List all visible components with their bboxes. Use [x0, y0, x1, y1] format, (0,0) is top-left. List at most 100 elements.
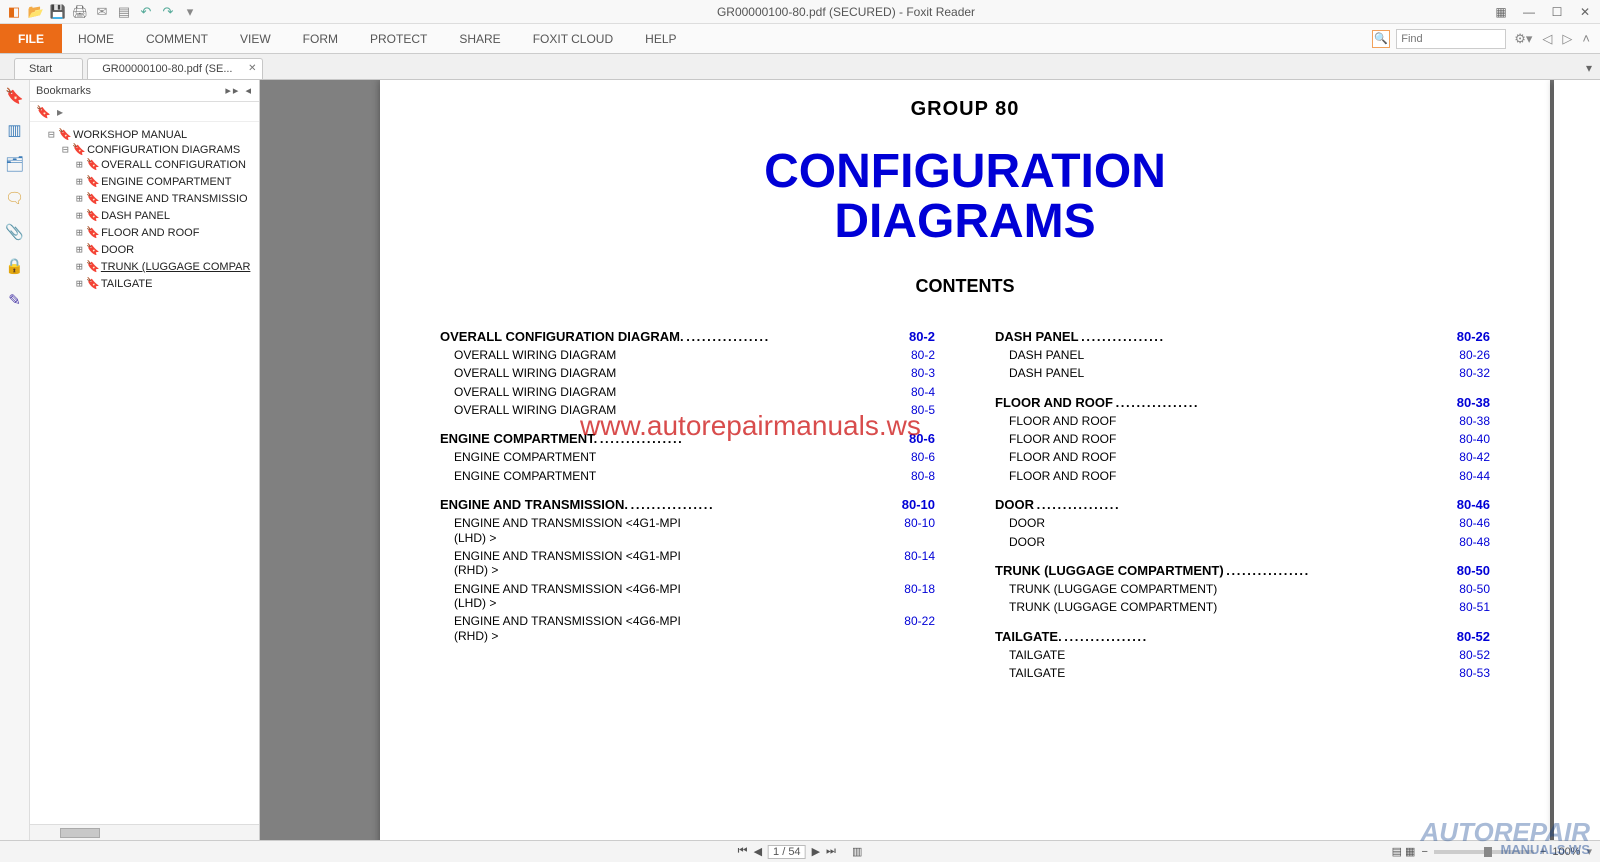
toc-row[interactable]: OVERALL WIRING DIAGRAM 80-5: [440, 403, 935, 417]
toc-row[interactable]: TAILGATE 80-52: [995, 648, 1490, 662]
view-mode-icon[interactable]: ▤ ▦: [1392, 845, 1416, 858]
find-input[interactable]: [1396, 29, 1506, 49]
signatures-icon[interactable]: ✎: [5, 290, 25, 310]
prev-page-icon[interactable]: ◀: [754, 845, 762, 858]
toc-section-head[interactable]: OVERALL CONFIGURATION DIAGRAM.80-2: [440, 329, 935, 344]
zoom-slider[interactable]: [1434, 850, 1534, 854]
tab-form[interactable]: FORM: [287, 24, 354, 53]
toc-row[interactable]: FLOOR AND ROOF 80-38: [995, 414, 1490, 428]
bookmarks-icon[interactable]: 🔖: [5, 86, 25, 106]
toc-row[interactable]: TRUNK (LUGGAGE COMPARTMENT) 80-50: [995, 582, 1490, 596]
toc-section-head[interactable]: TRUNK (LUGGAGE COMPARTMENT)80-50: [995, 563, 1490, 578]
bookmark-item[interactable]: ⊞🔖 FLOOR AND ROOF: [76, 224, 259, 241]
zoom-in-icon[interactable]: +: [1540, 846, 1546, 858]
tab-foxit-cloud[interactable]: FOXIT CLOUD: [517, 24, 629, 53]
toc-row[interactable]: ENGINE AND TRANSMISSION <4G6-MPI (RHD) >…: [440, 614, 935, 643]
toc-row[interactable]: OVERALL WIRING DIAGRAM 80-3: [440, 366, 935, 380]
tab-help[interactable]: HELP: [629, 24, 692, 53]
tab-close-icon[interactable]: ✕: [248, 63, 256, 74]
toc-row[interactable]: ENGINE AND TRANSMISSION <4G6-MPI (LHD) >…: [440, 582, 935, 611]
tab-share[interactable]: SHARE: [443, 24, 516, 53]
bookmark-item[interactable]: ⊞🔖 DASH PANEL: [76, 207, 259, 224]
toc-row[interactable]: ENGINE AND TRANSMISSION <4G1-MPI (RHD) >…: [440, 549, 935, 578]
comments-icon[interactable]: 🗨: [5, 188, 25, 208]
collapse-ribbon-icon[interactable]: ˄: [1580, 31, 1592, 46]
bookmark-item[interactable]: ⊞🔖 ENGINE AND TRANSMISSIO: [76, 190, 259, 207]
tabs-overflow-icon[interactable]: ▾: [1578, 57, 1600, 79]
toc-section-head[interactable]: DOOR80-46: [995, 497, 1490, 512]
toc-section-head[interactable]: DASH PANEL80-26: [995, 329, 1490, 344]
first-page-icon[interactable]: ⏮: [738, 845, 748, 858]
toc-row[interactable]: FLOOR AND ROOF 80-42: [995, 450, 1490, 464]
tab-home[interactable]: HOME: [62, 24, 130, 53]
open-icon[interactable]: 📂: [26, 2, 46, 22]
zoom-out-icon[interactable]: −: [1421, 846, 1427, 858]
toc-row[interactable]: TRUNK (LUGGAGE COMPARTMENT) 80-51: [995, 600, 1490, 614]
tab-start[interactable]: Start: [14, 58, 83, 79]
page-title: CONFIGURATIONDIAGRAMS: [440, 147, 1490, 248]
layers-icon[interactable]: 🗂: [5, 154, 25, 174]
page-number-field[interactable]: 1 / 54: [768, 845, 806, 859]
document-viewer[interactable]: GROUP 80 CONFIGURATIONDIAGRAMS CONTENTS …: [260, 80, 1600, 840]
toc-row[interactable]: DASH PANEL 80-26: [995, 348, 1490, 362]
security-icon[interactable]: 🔒: [5, 256, 25, 276]
toc-row[interactable]: FLOOR AND ROOF 80-44: [995, 469, 1490, 483]
toc-row[interactable]: OVERALL WIRING DIAGRAM 80-4: [440, 385, 935, 399]
bookmark-item[interactable]: ⊞🔖 TAILGATE: [76, 275, 259, 292]
undo-icon[interactable]: ↶: [136, 2, 156, 22]
bookmark-item[interactable]: ⊞🔖 OVERALL CONFIGURATION: [76, 156, 259, 173]
main-area: 🔖 ▥ 🗂 🗨 📎 🔒 ✎ Bookmarks ▸▸ ◂ 🔖 ▸ ⊟🔖 WORK…: [0, 80, 1600, 840]
redo-icon[interactable]: ↷: [158, 2, 178, 22]
close-icon[interactable]: ✕: [1574, 4, 1596, 20]
qat-dropdown-icon[interactable]: ▾: [180, 2, 200, 22]
bookmark-chapter[interactable]: ⊟🔖 CONFIGURATION DIAGRAMS ⊞🔖 OVERALL CON…: [62, 141, 259, 294]
tab-view[interactable]: VIEW: [224, 24, 287, 53]
tab-document[interactable]: GR00000100-80.pdf (SE... ✕: [87, 58, 263, 79]
bookmark-item[interactable]: ⊞🔖 DOOR: [76, 241, 259, 258]
next-page-icon[interactable]: ▶: [812, 845, 820, 858]
tab-comment[interactable]: COMMENT: [130, 24, 224, 53]
tab-protect[interactable]: PROTECT: [354, 24, 443, 53]
email-icon[interactable]: ✉: [92, 2, 112, 22]
ribbon: FILE HOME COMMENT VIEW FORM PROTECT SHAR…: [0, 24, 1600, 54]
toc-section-head[interactable]: FLOOR AND ROOF80-38: [995, 395, 1490, 410]
panel-hscroll[interactable]: [30, 824, 259, 840]
last-page-icon[interactable]: ⏭: [826, 845, 836, 858]
search-icon[interactable]: 🔍: [1372, 30, 1390, 48]
expand-all-icon[interactable]: ▸: [57, 105, 63, 119]
bookmark-root[interactable]: ⊟🔖 WORKSHOP MANUAL ⊟🔖 CONFIGURATION DIAG…: [48, 126, 259, 296]
page-layout-icon[interactable]: ▥: [852, 845, 862, 858]
find-prev-icon[interactable]: ◁: [1540, 31, 1554, 47]
toc-row[interactable]: ENGINE AND TRANSMISSION <4G1-MPI (LHD) >…: [440, 516, 935, 545]
toc-row[interactable]: FLOOR AND ROOF 80-40: [995, 432, 1490, 446]
print-icon[interactable]: 🖨: [70, 2, 90, 22]
find-next-icon[interactable]: ▷: [1560, 31, 1574, 47]
file-tab[interactable]: FILE: [0, 24, 62, 53]
group-heading: GROUP 80: [440, 98, 1490, 121]
toc-row[interactable]: DOOR 80-48: [995, 535, 1490, 549]
toc-row[interactable]: OVERALL WIRING DIAGRAM 80-2: [440, 348, 935, 362]
toc-section-head[interactable]: TAILGATE.80-52: [995, 629, 1490, 644]
toc-row[interactable]: DOOR 80-46: [995, 516, 1490, 530]
bookmark-item[interactable]: ⊞🔖 ENGINE COMPARTMENT: [76, 173, 259, 190]
toc-section-head[interactable]: ENGINE COMPARTMENT.80-6: [440, 431, 935, 446]
save-icon[interactable]: 💾: [48, 2, 68, 22]
panel-controls[interactable]: ▸▸ ◂: [225, 84, 253, 97]
find-options-icon[interactable]: ⚙▾: [1512, 31, 1534, 47]
maximize-icon[interactable]: ☐: [1546, 4, 1568, 20]
toc-row[interactable]: ENGINE COMPARTMENT 80-6: [440, 450, 935, 464]
toc-row[interactable]: ENGINE COMPARTMENT 80-8: [440, 469, 935, 483]
toc-row[interactable]: TAILGATE 80-53: [995, 666, 1490, 680]
minimize-icon[interactable]: —: [1518, 4, 1540, 20]
toc-section-head[interactable]: ENGINE AND TRANSMISSION.80-10: [440, 497, 935, 512]
new-bookmark-icon[interactable]: 🔖: [36, 105, 51, 119]
pages-icon[interactable]: ▥: [5, 120, 25, 140]
bookmark-item[interactable]: ⊞🔖 TRUNK (LUGGAGE COMPAR: [76, 258, 259, 275]
ribbon-mode-icon[interactable]: ▦: [1490, 4, 1512, 20]
zoom-dropdown-icon[interactable]: ▾: [1586, 845, 1592, 858]
tool1-icon[interactable]: ▤: [114, 2, 134, 22]
zoom-value[interactable]: 100%: [1552, 846, 1580, 858]
toc-row[interactable]: DASH PANEL 80-32: [995, 366, 1490, 380]
bookmarks-panel: Bookmarks ▸▸ ◂ 🔖 ▸ ⊟🔖 WORKSHOP MANUAL ⊟🔖…: [30, 80, 259, 840]
attachments-icon[interactable]: 📎: [5, 222, 25, 242]
